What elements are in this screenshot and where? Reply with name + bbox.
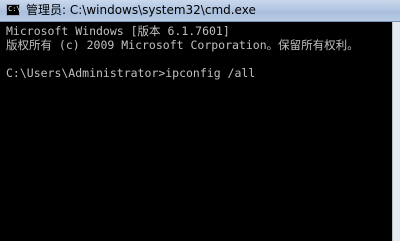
cmd-icon-glyph: C:\ (8, 5, 21, 13)
vertical-scrollbar[interactable] (392, 22, 400, 241)
console-line-command[interactable]: C:\Users\Administrator>ipconfig /all (6, 66, 392, 80)
command-prompt-text: C:\Users\Administrator>ipconfig /all (6, 66, 256, 80)
cmd-window: C:\ 管理员: C:\windows\system32\cmd.exe Mic… (0, 0, 400, 241)
window-title: 管理员: C:\windows\system32\cmd.exe (26, 3, 256, 17)
console-output[interactable]: Microsoft Windows [版本 6.1.7601] 版权所有 (c)… (0, 22, 392, 241)
title-bar[interactable]: C:\ 管理员: C:\windows\system32\cmd.exe (0, 0, 400, 22)
console-line-copyright: 版权所有 (c) 2009 Microsoft Corporation。保留所有… (6, 38, 359, 52)
cmd-icon[interactable]: C:\ (6, 4, 21, 16)
console-line-version: Microsoft Windows [版本 6.1.7601] (6, 24, 230, 38)
